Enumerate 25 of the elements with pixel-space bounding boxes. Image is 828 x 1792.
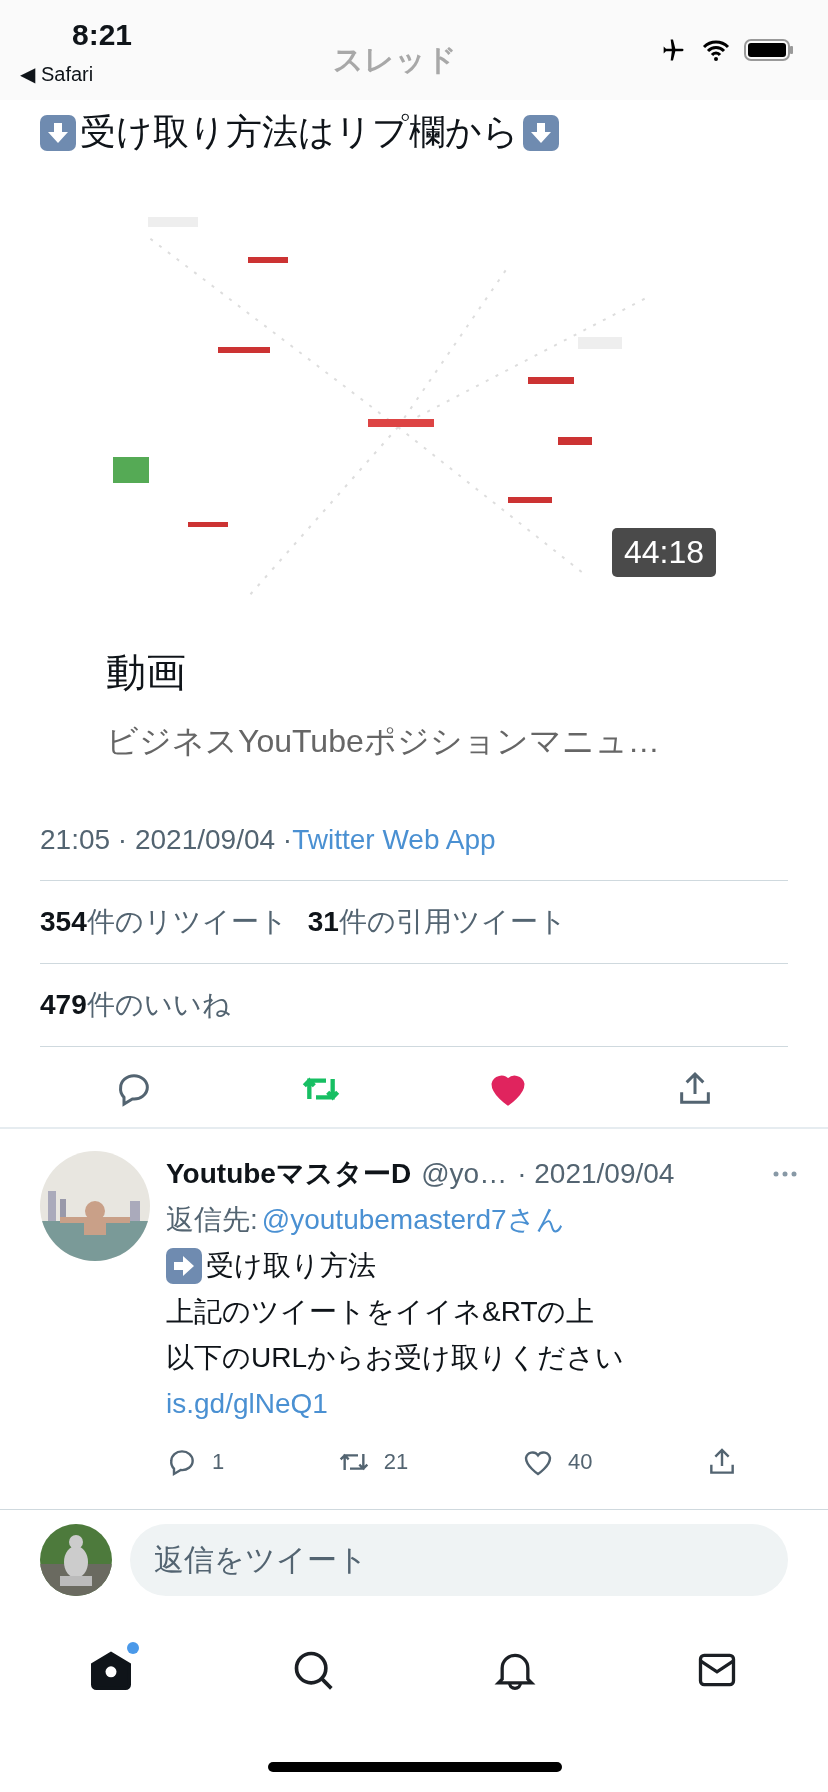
reply-text: 以下のURLからお受け取りください <box>166 1341 625 1375</box>
reply-text: 受け取り方法 <box>206 1249 376 1283</box>
tweet-timestamp: 21:05 · 2021/09/04 · <box>40 824 293 856</box>
retweet-stat[interactable]: 354件のリツイート <box>40 903 288 941</box>
reply-text: 上記のツイートをイイネ&RTの上 <box>166 1295 596 1329</box>
reply-to-label: 返信先: <box>166 1203 258 1237</box>
back-to-app-link[interactable]: ◀ Safari <box>20 62 94 86</box>
action-count: 40 <box>567 1448 593 1476</box>
more-icon[interactable] <box>772 1170 798 1178</box>
clock: 8:21 <box>72 18 133 52</box>
action-count: 21 <box>383 1448 409 1476</box>
retweet-stat[interactable]: 31件の引用ツイート <box>307 903 567 941</box>
action-count: 1 <box>212 1448 225 1476</box>
video-subtitle: ビジネスYouTubeポジションマニュ… <box>106 722 661 761</box>
likes-stat[interactable]: 479件のいいね <box>40 986 231 1024</box>
header-title: スレッド <box>333 42 457 78</box>
battery-icon <box>744 38 794 62</box>
tweet-heading: 受け取り方法はリプ欄から <box>80 110 519 154</box>
reply-field[interactable]: 返信をツイート <box>130 1524 788 1596</box>
reply-date: · 2021/09/04 <box>517 1157 675 1191</box>
wifi-icon <box>702 39 730 61</box>
video-title: 動画 <box>106 649 187 696</box>
video-duration: 44:18 <box>611 528 716 577</box>
author-name[interactable]: YoutubeマスターD <box>166 1151 412 1197</box>
author-handle: @yo… <box>421 1157 508 1191</box>
